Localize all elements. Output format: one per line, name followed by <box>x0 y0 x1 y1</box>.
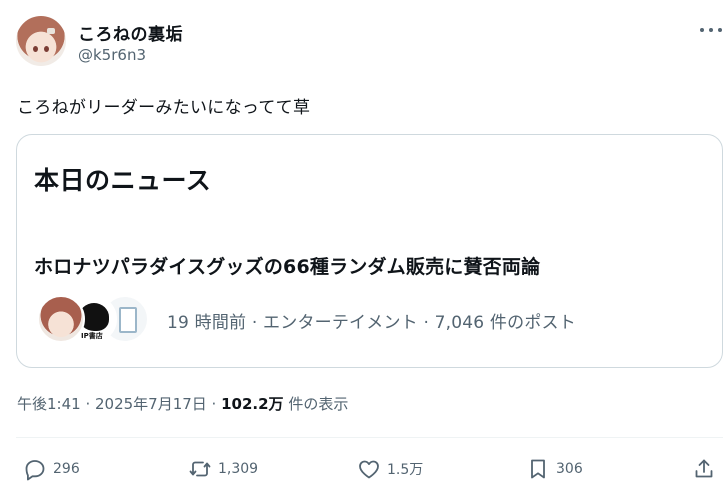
views-label: 件の表示 <box>283 395 349 413</box>
facepile: IP書店 <box>37 295 152 343</box>
avatar-icon <box>37 295 85 343</box>
heart-icon <box>359 460 379 479</box>
reply-count: 296 <box>53 461 80 477</box>
avatar-eye <box>44 46 49 52</box>
card-meta: 19 時間前 · エンターテイメント · 7,046 件のポスト <box>167 313 576 333</box>
share-icon <box>695 459 713 478</box>
timestamp: 午後1:41 · 2025年7月17日 · 102.2万 件の表示 <box>17 393 348 414</box>
display-name[interactable]: ころねの裏垢 <box>78 20 183 45</box>
repost-button[interactable]: 1,309 <box>188 456 258 482</box>
share-button[interactable] <box>692 456 716 482</box>
reply-icon <box>25 460 45 481</box>
views-count: 102.2万 <box>221 395 284 413</box>
divider <box>16 437 723 438</box>
user-handle[interactable]: @k5r6n3 <box>78 46 146 64</box>
time-date[interactable]: 午後1:41 · 2025年7月17日 · <box>17 395 221 413</box>
bookmark-count: 306 <box>556 461 583 477</box>
repost-icon <box>189 461 211 477</box>
more-options-icon[interactable] <box>700 24 722 36</box>
card-headline[interactable]: ホロナツパラダイスグッズの66種ランダム販売に賛否両論 <box>34 252 540 279</box>
avatar-eye <box>33 46 38 52</box>
bookmark-icon <box>531 459 545 479</box>
like-count: 1.5万 <box>387 462 424 478</box>
author-avatar[interactable] <box>16 16 66 66</box>
bookmark-button[interactable]: 306 <box>526 456 583 482</box>
card-heading: 本日のニュース <box>34 166 212 195</box>
tweet-text: ころねがリーダーみたいになってて草 <box>17 98 311 118</box>
hair-ornament <box>47 28 55 34</box>
news-card[interactable]: 本日のニュース ホロナツパラダイスグッズの66種ランダム販売に賛否両論 IP書店… <box>16 134 723 368</box>
repost-count: 1,309 <box>218 461 259 477</box>
reply-button[interactable]: 296 <box>23 456 80 482</box>
like-button[interactable]: 1.5万 <box>357 456 423 482</box>
